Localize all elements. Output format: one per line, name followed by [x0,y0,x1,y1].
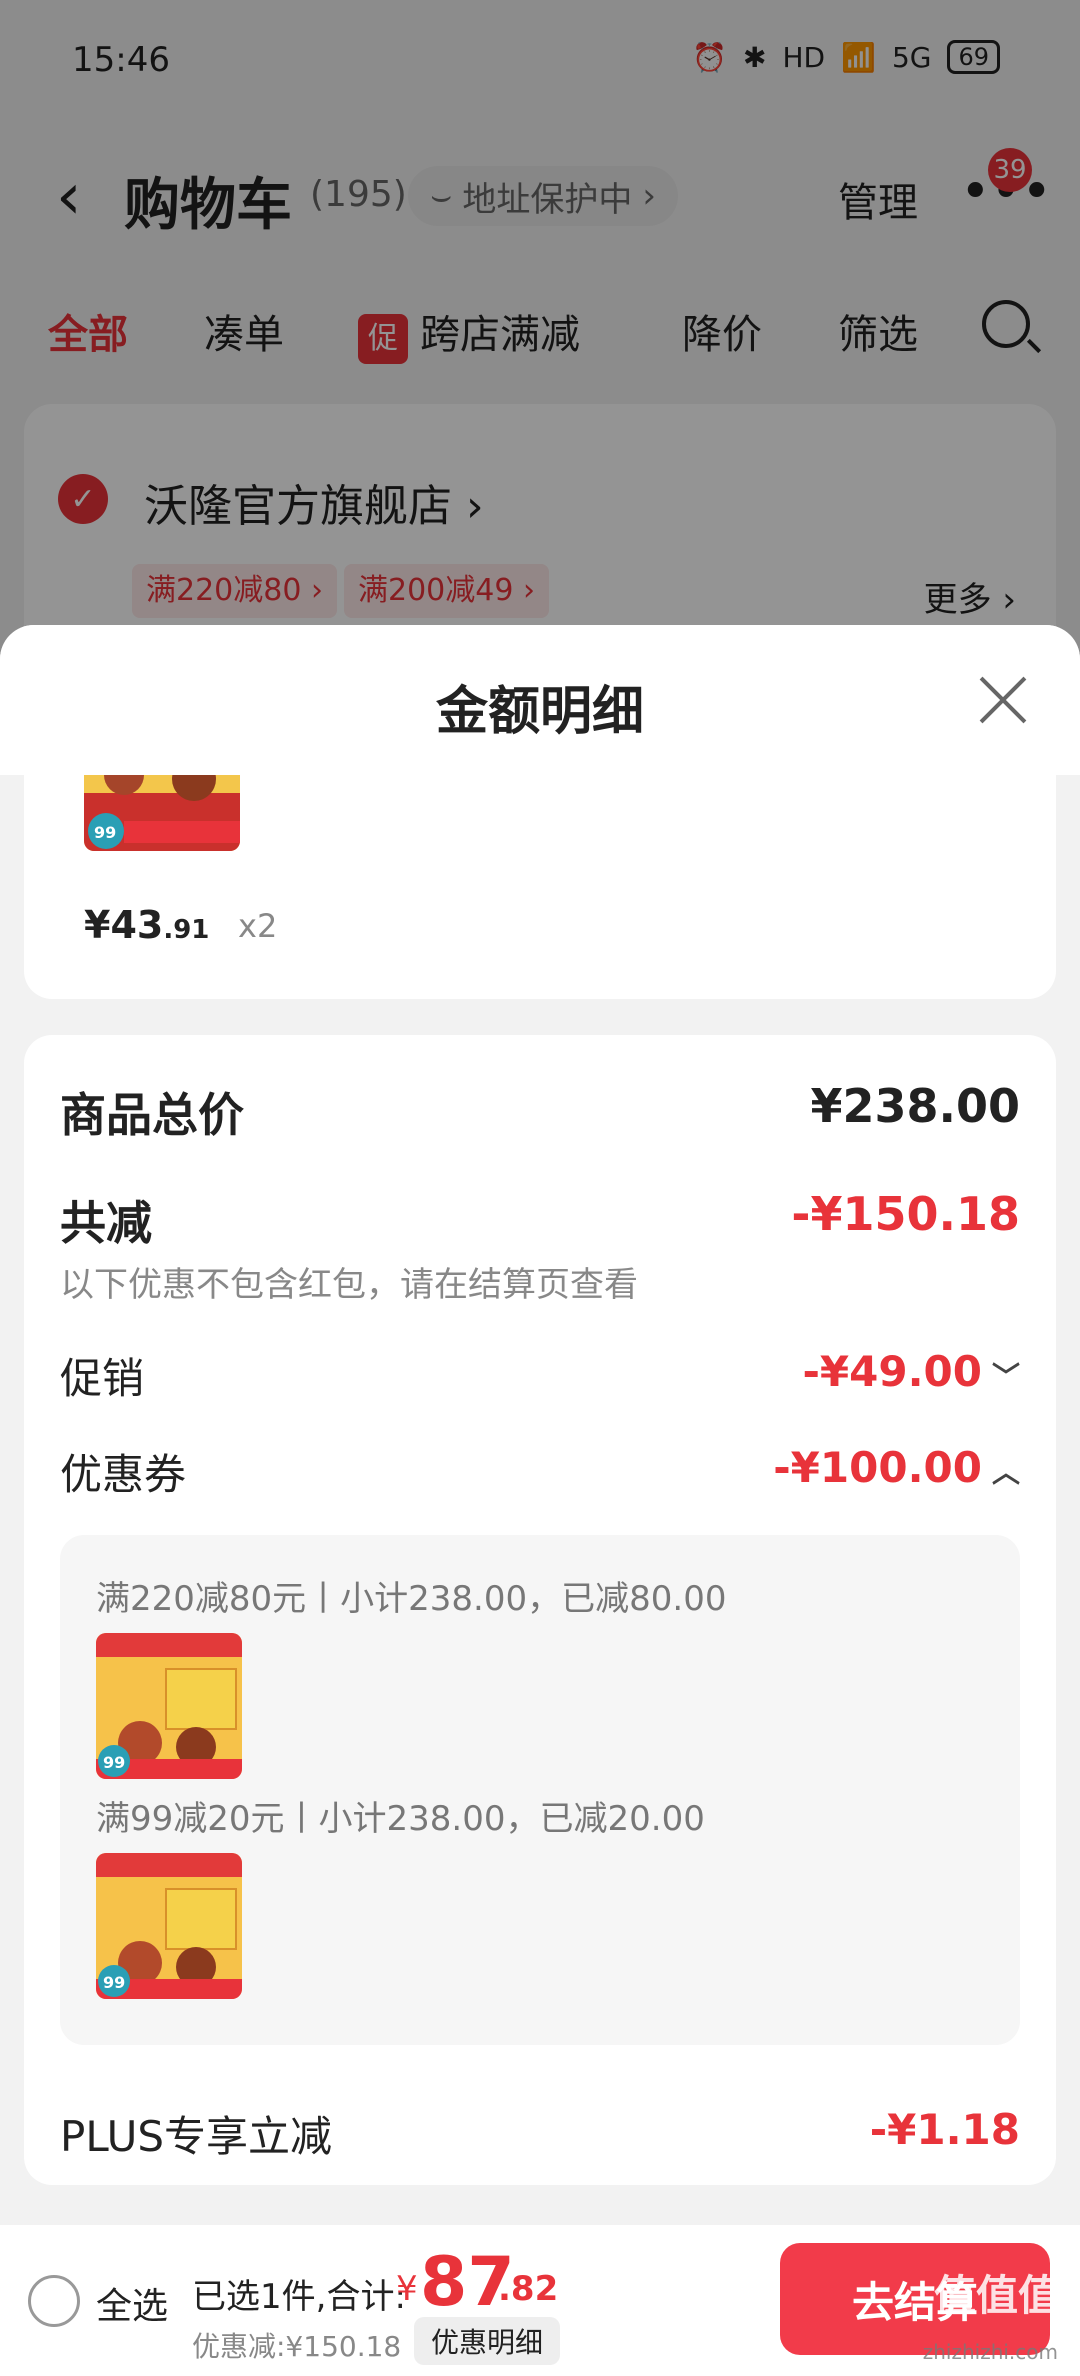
total-value: ¥238.00 [810,1079,1020,1133]
reduce-note: 以下优惠不包含红包，请在结算页查看 [60,1265,638,1305]
promo-label: 促销 [60,1354,145,1403]
total-label: 商品总价 [60,1088,244,1142]
product-thumbnail: 99 [96,1853,242,1999]
item-card: 99 ¥43.91 x2 [24,775,1056,999]
svg-text:99: 99 [103,1753,125,1772]
item-price: ¥43.91 [84,903,210,947]
plus-label: PLUS专享立减 [60,2112,333,2161]
select-all-checkbox[interactable] [28,2275,80,2327]
chevron-down-icon: ﹀ [991,1360,1020,1393]
coupon-line: 满99减20元丨小计238.00，已减20.00 [96,1799,705,1839]
amount-detail-sheet: 金额明细 99 ¥43.91 x2 商品总价 ¥238.00 共减 -¥150.… [0,625,1080,2225]
discount-detail-button[interactable]: 优惠明细 [414,2317,560,2365]
coupon-label: 优惠券 [60,1450,187,1499]
promo-value: -¥49.00 [802,1347,982,1396]
promo-row[interactable]: -¥49.00 ﹀ [802,1347,1020,1396]
coupon-value: -¥100.00 [773,1443,982,1492]
checkout-bar: 全选 已选1件,合计: ¥ 87 .82 优惠减:¥150.18 优惠明细 去结… [0,2225,1080,2376]
sheet-header: 金额明细 [0,625,1080,775]
svg-text:99: 99 [103,1973,125,1992]
reduce-label: 共减 [60,1196,152,1250]
product-thumbnail: 99 [84,775,240,851]
discount-summary: 优惠减:¥150.18 [192,2330,402,2363]
plus-value: -¥1.18 [869,2105,1020,2154]
item-quantity: x2 [238,907,278,945]
watermark-url: zhizhizhi.com [922,2340,1058,2364]
watermark-logo: 值值值 [933,2271,1060,2320]
close-icon[interactable] [976,673,1030,727]
reduce-value: -¥150.18 [791,1187,1020,1241]
sheet-title: 金额明细 [435,682,644,742]
svg-text:99: 99 [94,823,116,842]
coupon-row[interactable]: -¥100.00 ︿ [773,1443,1020,1492]
coupon-line: 满220减80元丨小计238.00，已减80.00 [96,1579,727,1619]
price-summary-card: 商品总价 ¥238.00 共减 -¥150.18 以下优惠不包含红包，请在结算页… [24,1035,1056,2185]
total-decimal: .82 [498,2269,559,2309]
total-currency: ¥ [396,2269,418,2309]
product-thumbnail: 99 [96,1633,242,1779]
chevron-up-icon: ︿ [991,1456,1020,1489]
coupon-detail-box: 满220减80元丨小计238.00，已减80.00 99 满99减20元丨小计2… [60,1535,1020,2045]
selected-count-text: 已选1件,合计: [192,2277,406,2317]
select-all-label[interactable]: 全选 [96,2277,168,2329]
